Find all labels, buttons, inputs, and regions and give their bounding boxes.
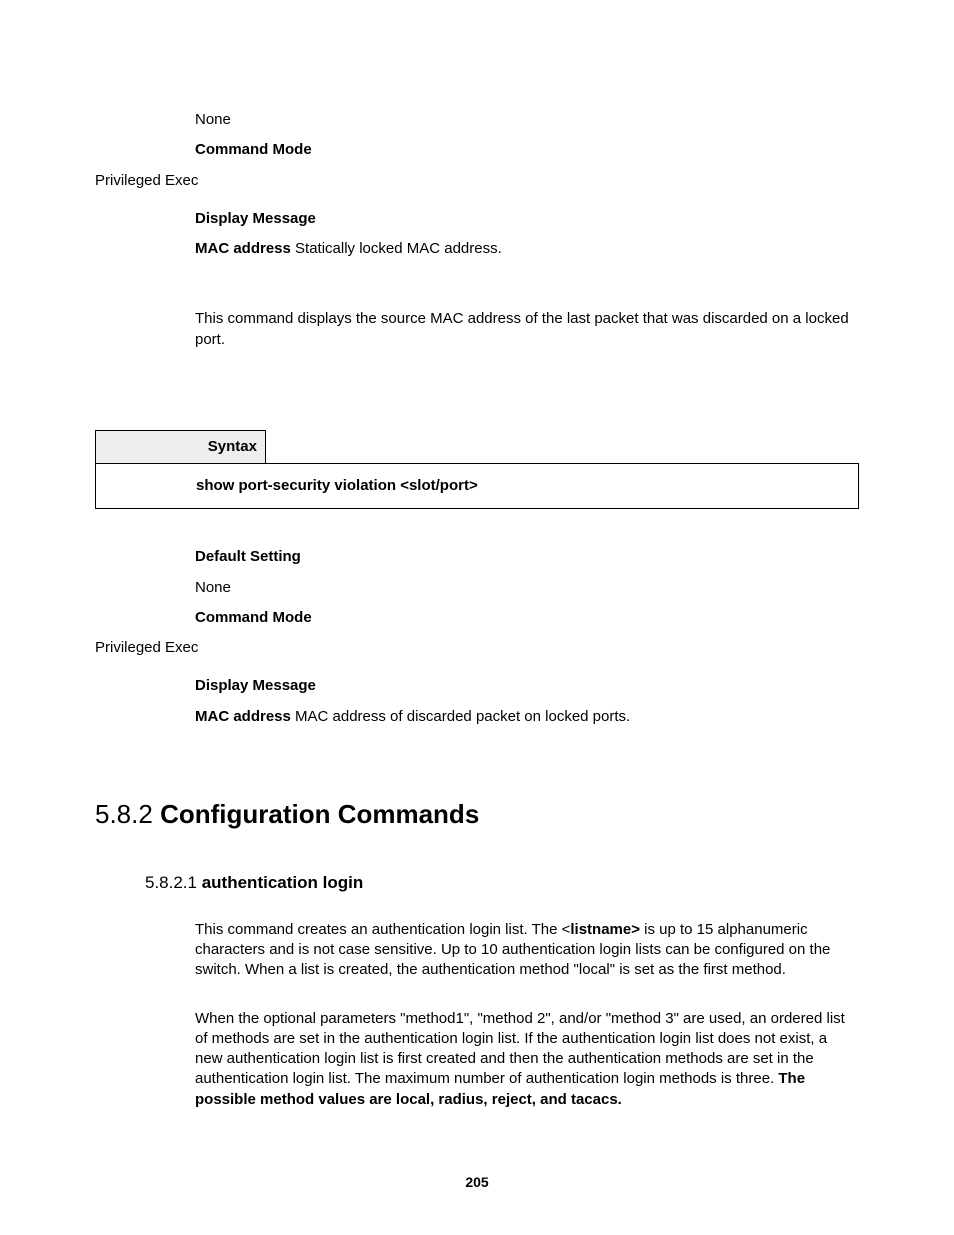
syntax-table: Syntax show port-security violation <slo…: [95, 430, 859, 510]
block2-command-mode-value: Privileged Exec: [95, 638, 859, 658]
block2-mac-line: MAC address MAC address of discarded pac…: [195, 707, 859, 727]
block2-command-mode-label: Command Mode: [195, 608, 859, 628]
block1-none: None: [195, 110, 859, 130]
auth-p2-a: When the optional parameters "method1", …: [195, 1010, 845, 1088]
block2-default-label: Default Setting: [195, 547, 859, 567]
block2-display-message-label: Display Message: [195, 676, 859, 696]
auth-paragraph-1: This command creates an authentication l…: [195, 920, 854, 981]
auth-p1-a: This command creates an authentication l…: [195, 921, 570, 938]
section-number: 5.8.2: [95, 799, 160, 829]
syntax-body-row: show port-security violation <slot/port>: [96, 464, 859, 509]
block1-display-message-label: Display Message: [195, 209, 859, 229]
subsection-heading: 5.8.2.1 authentication login: [145, 872, 859, 895]
subsection-title: authentication login: [202, 873, 364, 892]
syntax-label: Syntax: [96, 430, 266, 463]
block1-mac-label: MAC address: [195, 240, 291, 257]
block1-mac-line: MAC address Statically locked MAC addres…: [195, 239, 859, 259]
block2-mac-label: MAC address: [195, 708, 291, 725]
auth-paragraph-2: When the optional parameters "method1", …: [195, 1009, 854, 1110]
block1-mac-text: Statically locked MAC address.: [291, 240, 502, 257]
page-number: 205: [0, 1174, 954, 1190]
subsection-number: 5.8.2.1: [145, 873, 202, 892]
section-title: Configuration Commands: [160, 799, 479, 829]
content: None Command Mode Privileged Exec Displa…: [95, 110, 859, 1110]
block1-command-mode-label: Command Mode: [195, 140, 859, 160]
block2-mac-text: MAC address of discarded packet on locke…: [291, 708, 630, 725]
syntax-header-row: Syntax: [96, 430, 859, 463]
syntax-command: show port-security violation <slot/port>: [96, 464, 859, 509]
block1-description: This command displays the source MAC add…: [195, 309, 854, 350]
page: None Command Mode Privileged Exec Displa…: [0, 0, 954, 1235]
block2-default-value: None: [195, 578, 859, 598]
auth-p1-listname: listname>: [570, 921, 640, 938]
block1-command-mode-value: Privileged Exec: [95, 171, 859, 191]
section-heading: 5.8.2 Configuration Commands: [95, 797, 859, 832]
